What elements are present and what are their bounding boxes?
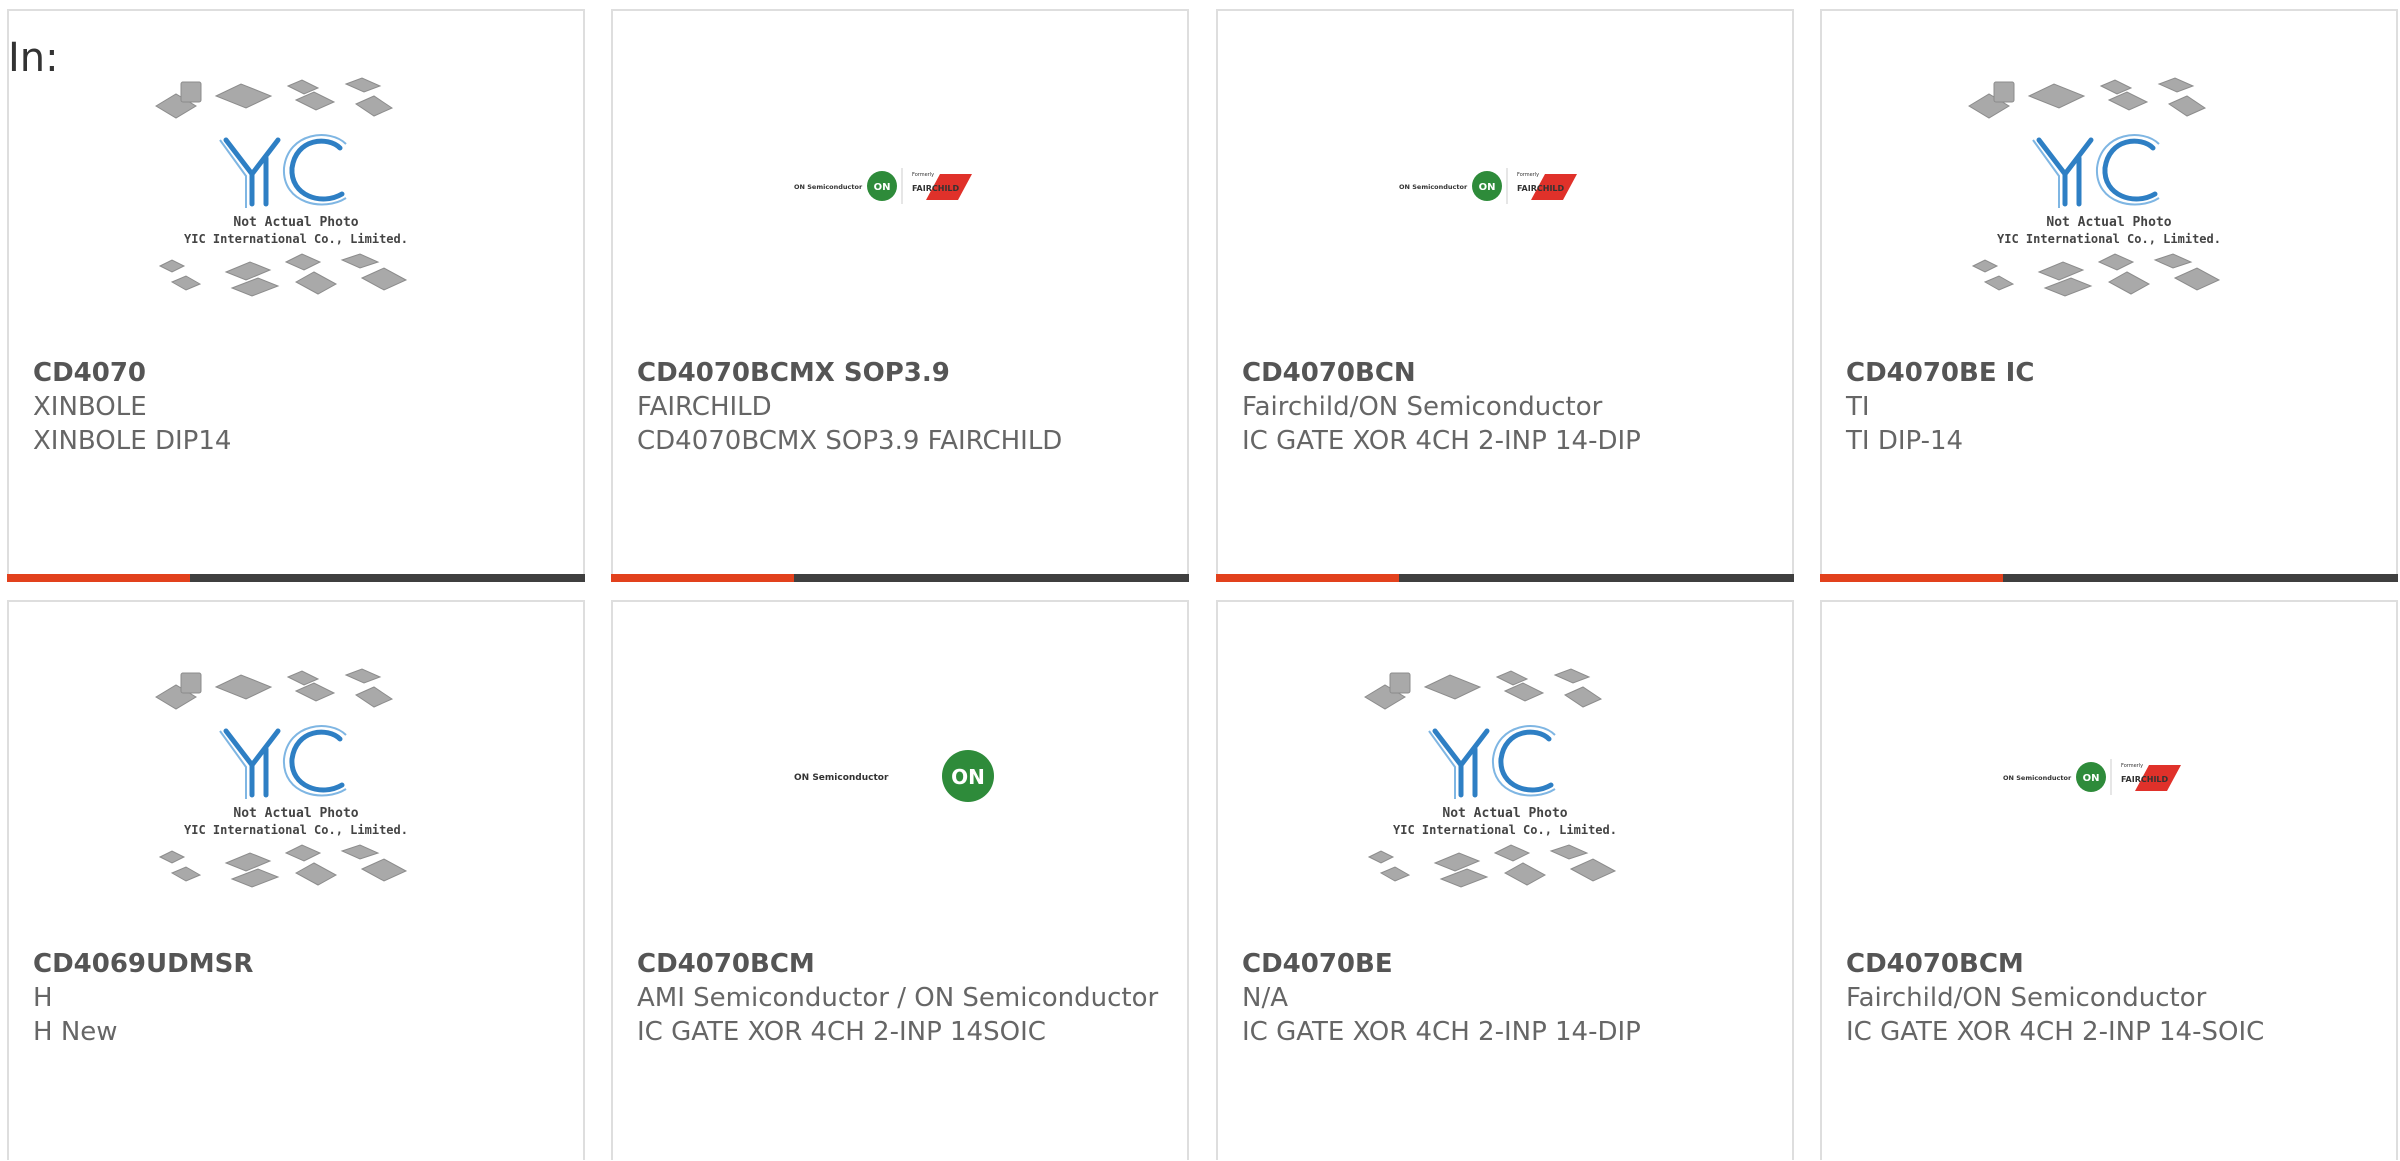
placeholder-line1: Not Actual Photo [233, 215, 358, 230]
card-accent-bar [1216, 574, 1399, 582]
placeholder-line2: YIC International Co., Limited. [184, 823, 408, 837]
on-fairchild-logo: ON Semiconductor ON Formerly FAIRCHILD [2003, 759, 2181, 795]
product-part-number[interactable]: CD4070BCM [637, 947, 1163, 981]
svg-text:ON: ON [951, 765, 985, 789]
product-info: CD4070BCM AMI Semiconductor / ON Semicond… [637, 947, 1163, 1049]
product-info: CD4070BE IC TI TI DIP-14 [1846, 356, 2372, 458]
product-card[interactable]: ON Semiconductor ON Formerly FAIRCHILD C… [1820, 600, 2398, 1160]
product-info: CD4070BCM Fairchild/ON Semiconductor IC GA… [1846, 947, 2372, 1049]
yic-placeholder-icon: Not Actual Photo YIC International Co., … [1364, 668, 1617, 888]
card-accent-bar [611, 574, 794, 582]
product-manufacturer: H [33, 983, 53, 1013]
on-fairchild-logo: ON Semiconductor ON Formerly FAIRCHILD [794, 168, 972, 204]
product-description: IC GATE XOR 4CH 2-INP 14SOIC [637, 1017, 1046, 1047]
svg-text:Formerly: Formerly [2121, 763, 2143, 769]
product-grid: Not Actual Photo YIC International Co., … [7, 9, 2400, 1161]
product-manufacturer: TI [1846, 392, 1870, 422]
product-image[interactable]: ON Semiconductor ON Formerly FAIRCHILD [613, 11, 1187, 361]
product-part-number[interactable]: CD4070BE [1242, 947, 1768, 981]
product-manufacturer: Fairchild/ON Semiconductor [1242, 392, 1603, 422]
product-description: CD4070BCMX SOP3.9 FAIRCHILD [637, 426, 1063, 456]
product-description: XINBOLE DIP14 [33, 426, 232, 456]
product-description: IC GATE XOR 4CH 2-INP 14-DIP [1242, 1017, 1641, 1047]
card-hover-bar [1820, 574, 2398, 582]
on-fairchild-logo: ON Semiconductor ON Formerly FAIRCHILD [1399, 168, 1577, 204]
product-card[interactable]: Not Actual Photo YIC International Co., … [7, 9, 585, 582]
product-card[interactable]: Not Actual Photo YIC International Co., … [7, 600, 585, 1160]
product-manufacturer: N/A [1242, 983, 1288, 1013]
product-description: IC GATE XOR 4CH 2-INP 14-DIP [1242, 426, 1641, 456]
placeholder-line2: YIC International Co., Limited. [184, 232, 408, 246]
product-card[interactable]: ON Semiconductor ON Formerly FAIRCHILD C… [611, 9, 1189, 582]
product-part-number[interactable]: CD4070BE IC [1846, 356, 2372, 390]
svg-text:ON: ON [1479, 182, 1496, 193]
card-accent-bar [1820, 574, 2003, 582]
product-image[interactable]: Not Actual Photo YIC International Co., … [9, 11, 583, 361]
svg-text:Formerly: Formerly [1517, 172, 1539, 178]
on-semi-wordmark: ON Semiconductor [2003, 774, 2072, 782]
product-description: IC GATE XOR 4CH 2-INP 14-SOIC [1846, 1017, 2265, 1047]
filter-label: In: [8, 35, 59, 81]
product-card[interactable]: ON Semiconductor ON CD4070BCM AMI Semicon… [611, 600, 1189, 1160]
product-info: CD4070 XINBOLE XINBOLE DIP14 [33, 356, 559, 458]
on-semi-wordmark: ON Semiconductor [1399, 183, 1468, 191]
yic-placeholder-icon: Not Actual Photo YIC International Co., … [155, 77, 408, 297]
product-image[interactable]: Not Actual Photo YIC International Co., … [1218, 602, 1792, 952]
svg-text:FAIRCHILD: FAIRCHILD [912, 184, 960, 193]
product-manufacturer: AMI Semiconductor / ON Semiconductor [637, 983, 1159, 1013]
svg-text:ON: ON [874, 182, 891, 193]
product-description: TI DIP-14 [1846, 426, 1964, 456]
placeholder-line1: Not Actual Photo [1442, 806, 1567, 821]
product-image[interactable]: ON Semiconductor ON [613, 602, 1187, 952]
product-image[interactable]: Not Actual Photo YIC International Co., … [1822, 11, 2396, 361]
placeholder-line1: Not Actual Photo [2046, 215, 2171, 230]
product-image[interactable]: ON Semiconductor ON Formerly FAIRCHILD [1822, 602, 2396, 952]
card-hover-bar [1216, 574, 1794, 582]
card-hover-bar [7, 574, 585, 582]
yic-placeholder-icon: Not Actual Photo YIC International Co., … [1968, 77, 2221, 297]
product-info: CD4070BE N/A IC GATE XOR 4CH 2-INP 14-DIP [1242, 947, 1768, 1049]
product-part-number[interactable]: CD4070BCN [1242, 356, 1768, 390]
card-hover-bar [611, 574, 1189, 582]
product-image[interactable]: ON Semiconductor ON Formerly FAIRCHILD [1218, 11, 1792, 361]
product-card[interactable]: Not Actual Photo YIC International Co., … [1216, 600, 1794, 1160]
card-accent-bar [7, 574, 190, 582]
product-manufacturer: XINBOLE [33, 392, 147, 422]
svg-text:Formerly: Formerly [912, 172, 934, 178]
product-image[interactable]: Not Actual Photo YIC International Co., … [9, 602, 583, 952]
svg-text:FAIRCHILD: FAIRCHILD [2121, 775, 2169, 784]
svg-text:ON: ON [2083, 773, 2100, 784]
placeholder-line2: YIC International Co., Limited. [1393, 823, 1617, 837]
product-info: CD4070BCMX SOP3.9 FAIRCHILD CD4070BCMX SOP… [637, 356, 1163, 458]
product-card[interactable]: ON Semiconductor ON Formerly FAIRCHILD C… [1216, 9, 1794, 582]
svg-text:FAIRCHILD: FAIRCHILD [1517, 184, 1565, 193]
product-part-number[interactable]: CD4070 [33, 356, 559, 390]
product-manufacturer: Fairchild/ON Semiconductor [1846, 983, 2207, 1013]
yic-placeholder-icon: Not Actual Photo YIC International Co., … [155, 668, 408, 888]
product-manufacturer: FAIRCHILD [637, 392, 772, 422]
product-part-number[interactable]: CD4070BCMX SOP3.9 [637, 356, 1163, 390]
placeholder-line2: YIC International Co., Limited. [1997, 232, 2221, 246]
product-part-number[interactable]: CD4070BCM [1846, 947, 2372, 981]
on-semi-wordmark: ON Semiconductor [794, 773, 889, 783]
product-description: H New [33, 1017, 118, 1047]
product-card[interactable]: Not Actual Photo YIC International Co., … [1820, 9, 2398, 582]
product-info: CD4070BCN Fairchild/ON Semiconductor IC GA… [1242, 356, 1768, 458]
product-part-number[interactable]: CD4069UDMSR [33, 947, 559, 981]
on-semi-wordmark: ON Semiconductor [794, 183, 863, 191]
on-semi-logo: ON Semiconductor ON [794, 750, 994, 802]
product-info: CD4069UDMSR H H New [33, 947, 559, 1049]
placeholder-line1: Not Actual Photo [233, 806, 358, 821]
